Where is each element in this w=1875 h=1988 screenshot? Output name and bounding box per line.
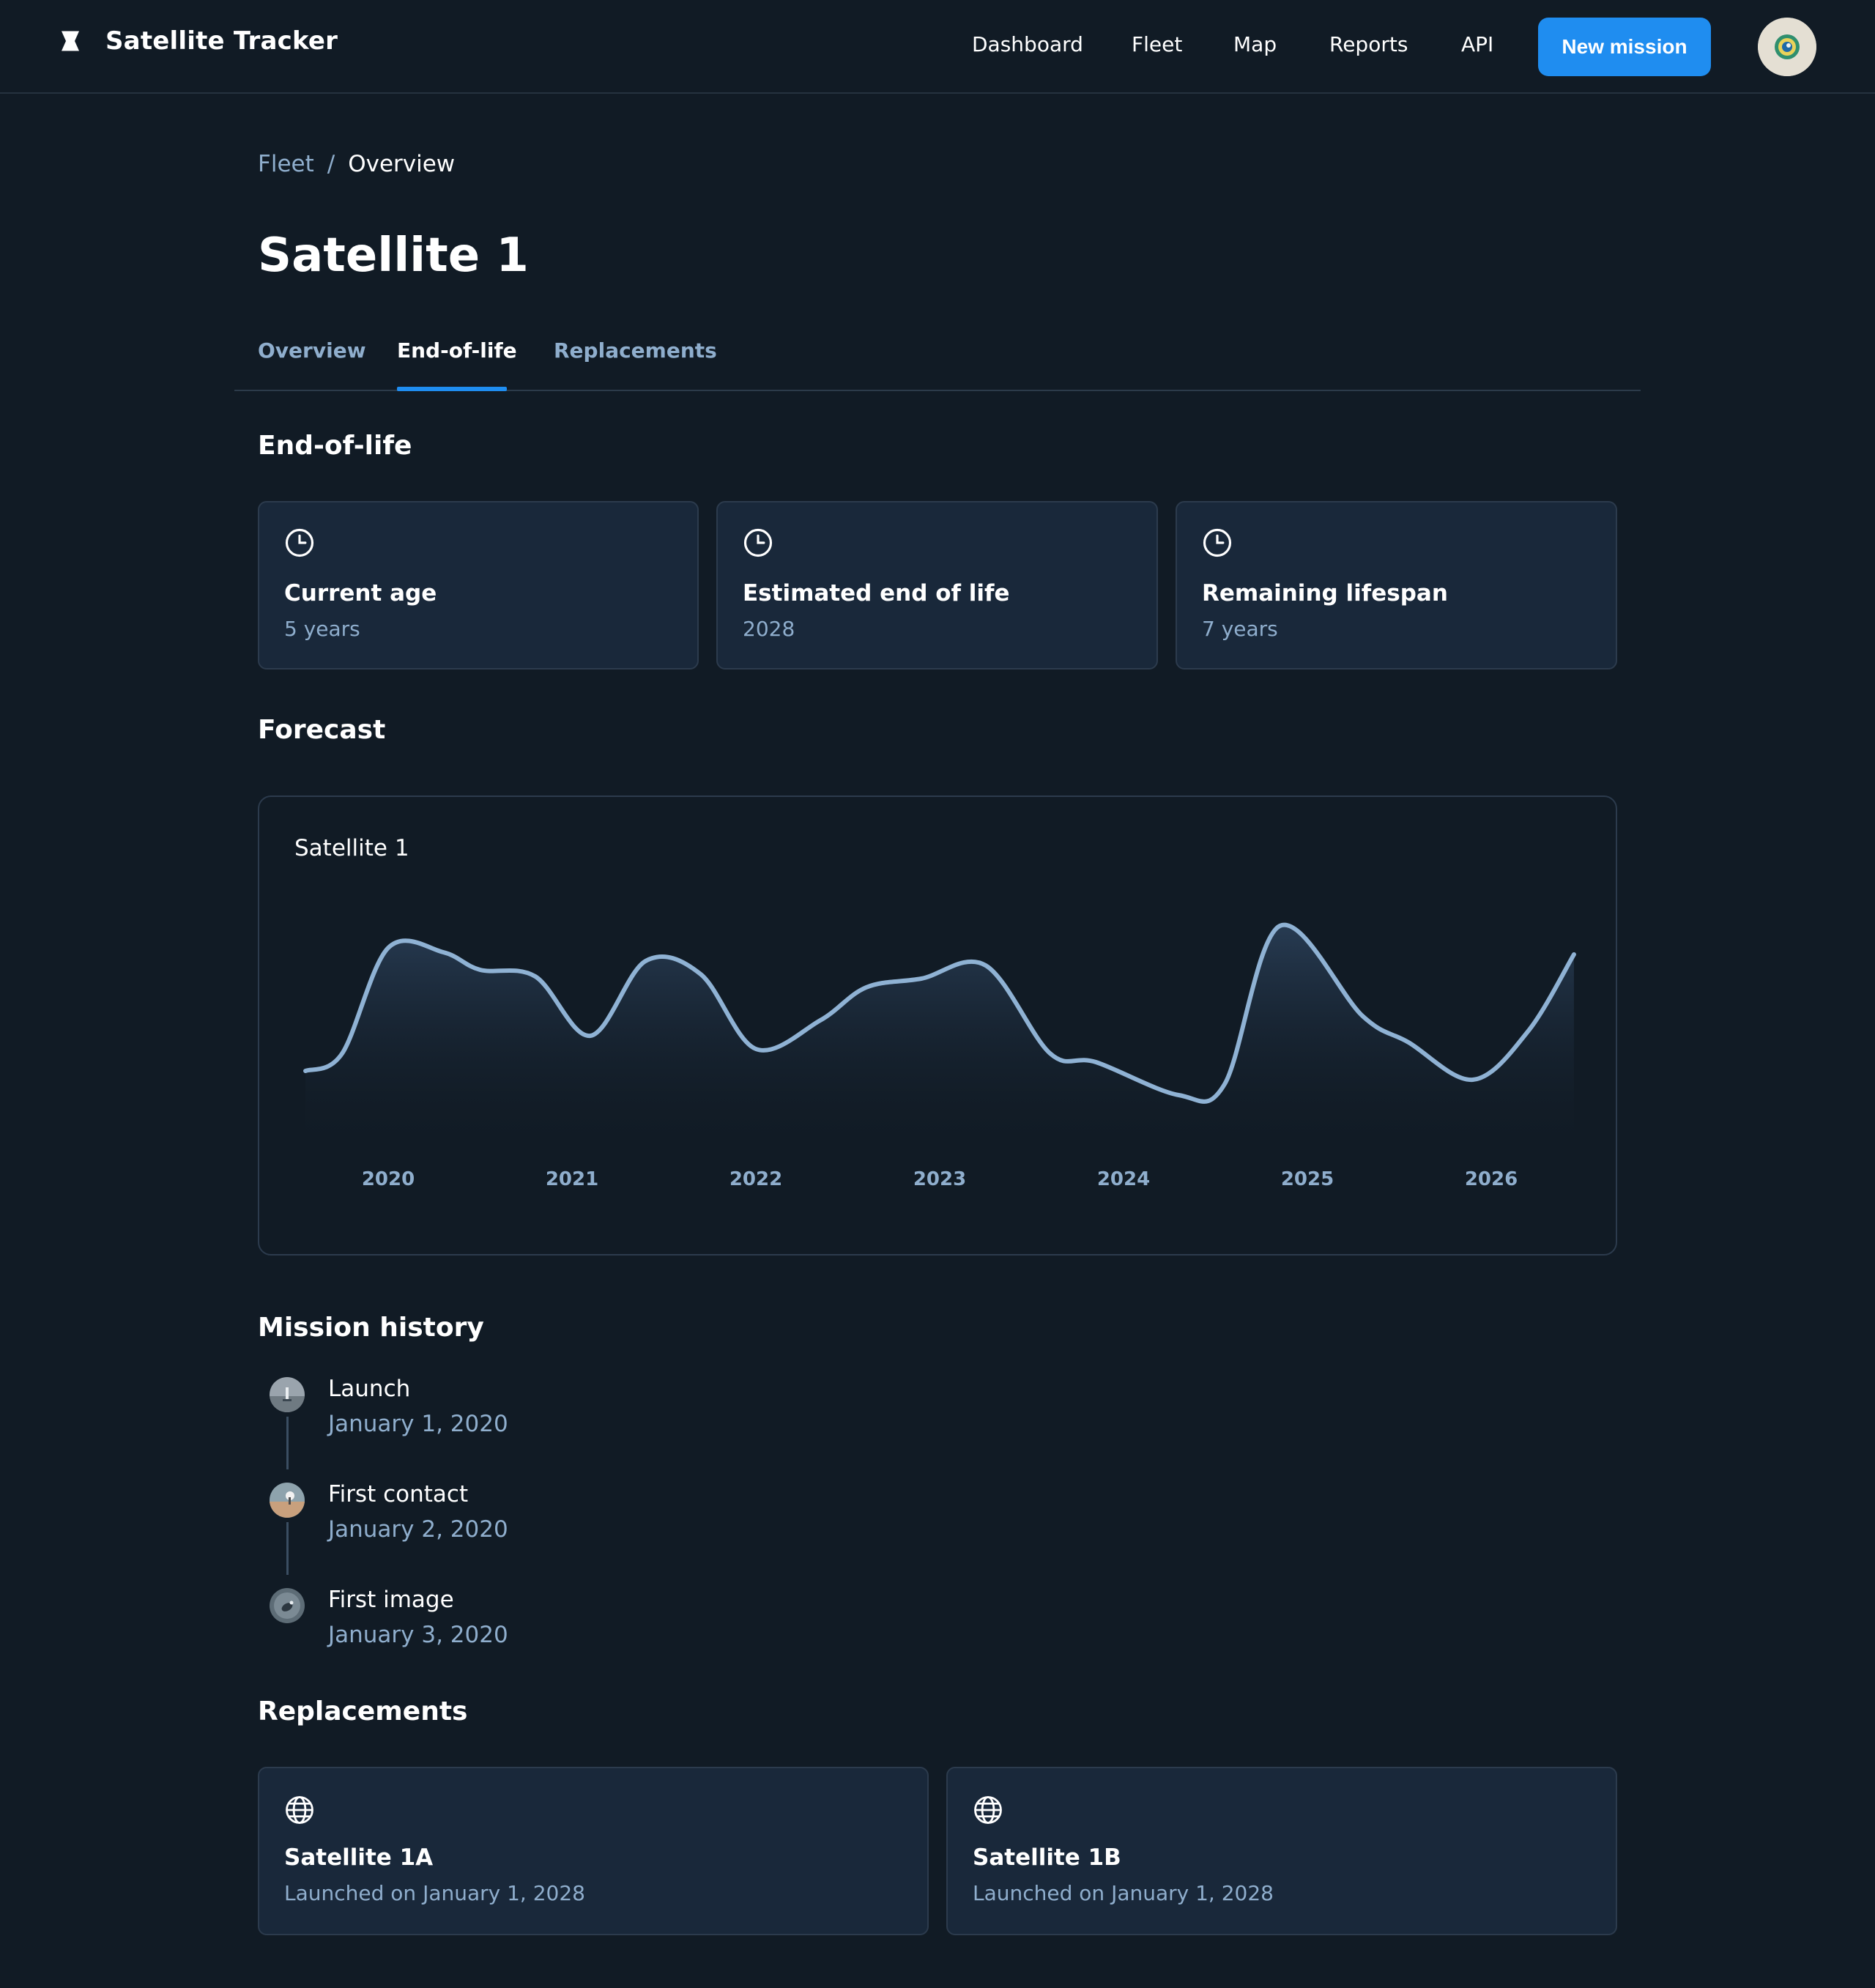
timeline-title: First contact (328, 1481, 469, 1507)
x-tick-label: 2021 (546, 1168, 598, 1190)
replacements-heading: Replacements (258, 1696, 468, 1726)
timeline-date: January 1, 2020 (328, 1411, 508, 1437)
remaining-lifespan-card: Remaining lifespan 7 years (1176, 501, 1617, 670)
app-title: Satellite Tracker (105, 26, 338, 56)
timeline-connector (286, 1417, 289, 1469)
forecast-chart: 2020 2021 2022 2023 2024 2025 2026 (303, 922, 1576, 1190)
timeline-date: January 2, 2020 (328, 1516, 508, 1543)
clock-icon (743, 528, 773, 557)
image-thumbnail-icon (270, 1588, 305, 1623)
mission-history-heading: Mission history (258, 1313, 484, 1343)
card-title: Current age (284, 580, 437, 607)
launch-thumbnail-icon (270, 1377, 305, 1412)
timeline-item-first-image: First image January 3, 2020 (258, 1584, 697, 1672)
brand[interactable]: Satellite Tracker (57, 26, 338, 56)
tab-replacements[interactable]: Replacements (554, 338, 717, 363)
replacement-detail: Launched on January 1, 2028 (284, 1881, 585, 1905)
x-tick-label: 2022 (729, 1168, 782, 1190)
new-mission-button[interactable]: New mission (1538, 18, 1711, 76)
replacement-card-1a[interactable]: Satellite 1A Launched on January 1, 2028 (258, 1767, 929, 1935)
timeline-item-first-contact: First contact January 2, 2020 (258, 1478, 697, 1575)
card-value: 2028 (743, 617, 795, 641)
current-age-card: Current age 5 years (258, 501, 699, 670)
clock-icon (1203, 528, 1232, 557)
nav-reports[interactable]: Reports (1329, 32, 1408, 56)
top-navbar: Satellite Tracker Dashboard Fleet Map Re… (0, 0, 1875, 94)
avatar-image-icon (1758, 18, 1816, 76)
breadcrumb-current: Overview (348, 151, 456, 177)
replacement-name: Satellite 1A (284, 1844, 434, 1871)
timeline-title: First image (328, 1587, 454, 1613)
nav-map[interactable]: Map (1233, 32, 1277, 56)
breadcrumb: Fleet / Overview (258, 151, 455, 177)
nav-dashboard[interactable]: Dashboard (972, 32, 1083, 56)
globe-icon (286, 1796, 313, 1824)
contact-thumbnail-icon (270, 1483, 305, 1518)
x-tick-label: 2020 (362, 1168, 415, 1190)
page-title: Satellite 1 (258, 229, 529, 283)
nav-api[interactable]: API (1461, 32, 1493, 56)
tab-bar: Overview End-of-life Replacements (234, 328, 1641, 391)
x-tick-label: 2024 (1097, 1168, 1150, 1190)
nav-fleet[interactable]: Fleet (1132, 32, 1182, 56)
card-title: Estimated end of life (743, 580, 1010, 607)
timeline-title: Launch (328, 1376, 411, 1402)
tab-overview[interactable]: Overview (258, 338, 366, 363)
satellite-logo-icon (62, 31, 79, 51)
replacement-name: Satellite 1B (973, 1844, 1121, 1871)
replacement-card-1b[interactable]: Satellite 1B Launched on January 1, 2028 (946, 1767, 1617, 1935)
forecast-chart-card: Satellite 1 2020 2021 2022 2023 2024 2025 2026 (258, 795, 1617, 1256)
x-tick-label: 2025 (1281, 1168, 1334, 1190)
end-of-life-heading: End-of-life (258, 431, 412, 461)
x-tick-label: 2023 (913, 1168, 966, 1190)
clock-icon (285, 528, 314, 557)
card-title: Remaining lifespan (1202, 580, 1448, 607)
timeline-date: January 3, 2020 (328, 1622, 508, 1648)
tab-end-of-life[interactable]: End-of-life (397, 338, 517, 363)
globe-icon (974, 1796, 1002, 1824)
breadcrumb-fleet-link[interactable]: Fleet (258, 151, 314, 177)
forecast-heading: Forecast (258, 715, 386, 745)
timeline-item-launch: Launch January 1, 2020 (258, 1373, 697, 1469)
estimated-end-of-life-card: Estimated end of life 2028 (716, 501, 1158, 670)
breadcrumb-separator: / (327, 151, 335, 177)
timeline-connector (286, 1522, 289, 1575)
card-value: 5 years (284, 617, 360, 641)
active-tab-indicator (397, 387, 507, 391)
x-tick-label: 2026 (1465, 1168, 1518, 1190)
replacement-detail: Launched on January 1, 2028 (973, 1881, 1274, 1905)
card-value: 7 years (1202, 617, 1278, 641)
avatar[interactable] (1758, 18, 1816, 76)
